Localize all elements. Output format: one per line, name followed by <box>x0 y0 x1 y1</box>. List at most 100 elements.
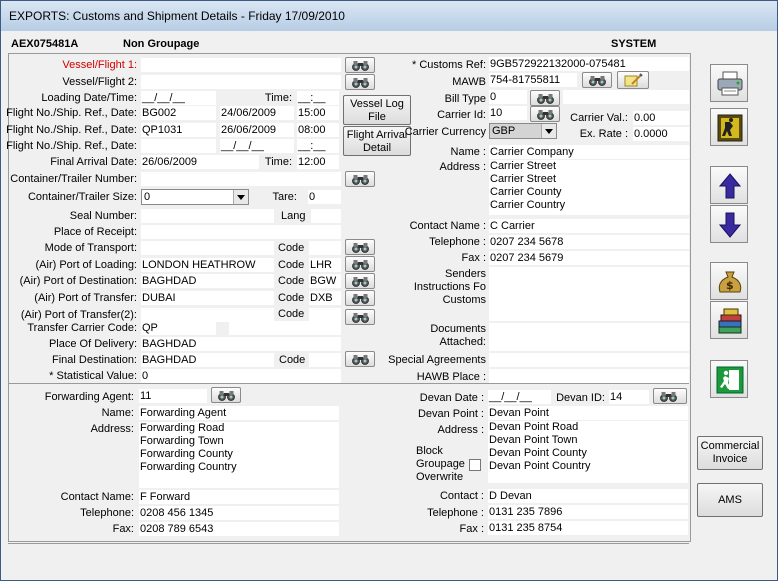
special-agreements-field[interactable] <box>489 353 689 367</box>
container-number-field[interactable] <box>141 172 341 186</box>
final-destination-field[interactable]: BAGHDAD <box>141 353 274 367</box>
bill-type-field[interactable]: 0 <box>489 90 527 104</box>
documents-button[interactable] <box>710 301 748 339</box>
documents-attached-field[interactable] <box>489 323 689 351</box>
transport-lookup-button[interactable] <box>345 239 375 255</box>
port-of-loading-field[interactable]: LONDON HEATHROW <box>141 258 274 272</box>
devan-address-field[interactable]: Devan Point Road Devan Point Town Devan … <box>488 421 688 483</box>
mawb-edit-button[interactable] <box>617 71 649 89</box>
seal-number-field[interactable] <box>141 209 274 223</box>
forwarding-contact-field[interactable]: F Forward <box>139 490 339 504</box>
devan-point-field[interactable]: Devan Point <box>488 406 688 420</box>
flight1-date-field[interactable]: 24/06/2009 <box>220 106 294 120</box>
ex-rate-field[interactable]: 0.0000 <box>633 127 689 141</box>
charges-button[interactable]: $ <box>710 262 748 300</box>
vessel1-lookup-button[interactable] <box>345 57 375 73</box>
devan-lookup-button[interactable] <box>653 388 687 404</box>
commercial-invoice-button[interactable]: Commercial Invoice <box>697 436 763 470</box>
forwarding-name-field[interactable]: Forwarding Agent <box>139 406 339 420</box>
customs-ref-field[interactable]: 9GB572922132000-075481 <box>489 57 689 71</box>
forwarding-agent-field[interactable]: 11 <box>139 389 207 403</box>
place-of-delivery-field[interactable]: BAGHDAD <box>141 337 341 351</box>
forwarding-agent-lookup-button[interactable] <box>211 387 241 403</box>
final-arrival-time-field[interactable]: 12:00 <box>297 155 339 169</box>
carrier-val-field[interactable]: 0.00 <box>633 111 689 125</box>
bill-type-description-field[interactable] <box>563 90 689 104</box>
chevron-down-icon[interactable] <box>541 124 556 138</box>
carrier-telephone-field[interactable]: 0207 234 5678 <box>489 235 689 249</box>
forwarding-agent-label: Forwarding Agent: <box>44 391 134 403</box>
mode-of-transport-field[interactable] <box>141 241 274 255</box>
loading-time-field[interactable]: __:__ <box>297 91 339 105</box>
lang-field[interactable] <box>311 209 341 223</box>
vessel2-lookup-button[interactable] <box>345 74 375 90</box>
flight2-time-field[interactable]: 08:00 <box>297 123 339 137</box>
bill-type-label: Bill Type <box>444 93 486 105</box>
forwarding-fax-field[interactable]: 0208 789 6543 <box>139 522 339 536</box>
pol-lookup-button[interactable] <box>345 256 375 272</box>
mawb-lookup-button[interactable] <box>582 72 612 88</box>
container-size-select[interactable]: 0 <box>141 189 249 205</box>
vessel-log-file-button[interactable]: Vessel Log File <box>343 95 411 125</box>
pot-code-field[interactable]: DXB <box>309 291 341 305</box>
place-of-receipt-field[interactable] <box>141 225 341 239</box>
final-arrival-date-field[interactable]: 26/06/2009 <box>141 155 259 169</box>
flight1-time-field[interactable]: 15:00 <box>297 106 339 120</box>
close-form-button[interactable] <box>710 360 748 398</box>
forwarding-address-field[interactable]: Forwarding Road Forwarding Town Forwardi… <box>139 422 339 488</box>
flight3-number-field[interactable] <box>141 139 216 153</box>
statistical-value-field[interactable]: 0 <box>141 369 341 383</box>
port-of-transfer2-field[interactable] <box>141 308 274 322</box>
bill-type-lookup-button[interactable] <box>530 90 560 106</box>
pod-lookup-button[interactable] <box>345 273 375 289</box>
carrier-lookup-button[interactable] <box>530 106 560 122</box>
move-up-button[interactable] <box>710 166 748 204</box>
carrier-id-field[interactable]: 10 <box>489 106 527 120</box>
main-window: EXPORTS: Customs and Shipment Details - … <box>0 0 778 581</box>
port-of-transfer-field[interactable]: DUBAI <box>141 291 274 305</box>
pod-code-field[interactable]: BGW <box>309 274 341 288</box>
devan-id-field[interactable]: 14 <box>609 390 649 404</box>
pot2-lookup-button[interactable] <box>345 309 375 325</box>
container-lookup-button[interactable] <box>345 171 375 187</box>
devan-date-field[interactable]: __/__/__ <box>488 390 551 404</box>
vessel2-field[interactable] <box>141 75 341 89</box>
devan-fax-field[interactable]: 0131 235 8754 <box>488 521 688 535</box>
hawb-place-field[interactable] <box>489 369 689 383</box>
carrier-currency-select[interactable]: GBP <box>489 123 557 139</box>
exit-button[interactable] <box>710 108 748 146</box>
transfer-carrier-name-field[interactable] <box>229 321 341 335</box>
forwarding-telephone-field[interactable]: 0208 456 1345 <box>139 506 339 520</box>
carrier-contact-field[interactable]: C Carrier <box>489 219 689 233</box>
flight2-date-field[interactable]: 26/06/2009 <box>220 123 294 137</box>
flight3-date-field[interactable]: __/__/__ <box>220 139 294 153</box>
vessel1-field[interactable] <box>141 58 341 72</box>
print-button[interactable] <box>710 64 748 102</box>
final-dest-code-field[interactable] <box>309 353 341 367</box>
move-down-button[interactable] <box>710 205 748 243</box>
chevron-down-icon[interactable] <box>233 190 248 204</box>
carrier-fax-field[interactable]: 0207 234 5679 <box>489 251 689 265</box>
tare-field[interactable]: 0 <box>308 190 341 204</box>
flight3-time-field[interactable]: __:__ <box>297 139 339 153</box>
flight2-number-field[interactable]: QP1031 <box>141 123 216 137</box>
flight-arrival-detail-button[interactable]: Flight Arrival Detail <box>343 126 411 156</box>
pot2-code-field[interactable] <box>309 308 341 322</box>
mawb-field[interactable]: 754-81755811 <box>489 73 577 87</box>
carrier-name-field[interactable]: Carrier Company <box>489 145 689 159</box>
devan-contact-field[interactable]: D Devan <box>488 489 688 503</box>
final-dest-lookup-button[interactable] <box>345 351 375 367</box>
loading-date-field[interactable]: __/__/__ <box>141 91 216 105</box>
devan-telephone-field[interactable]: 0131 235 7896 <box>488 505 688 519</box>
carrier-address-field[interactable]: Carrier Street Carrier Street Carrier Co… <box>489 160 689 215</box>
port-of-destination-field[interactable]: BAGHDAD <box>141 274 274 288</box>
transport-code-field[interactable] <box>309 241 341 255</box>
pol-code-field[interactable]: LHR <box>309 258 341 272</box>
ams-button[interactable]: AMS <box>697 483 763 517</box>
pot-lookup-button[interactable] <box>345 290 375 306</box>
transfer-carrier-code-field[interactable]: QP <box>141 321 216 335</box>
block-groupage-checkbox[interactable] <box>469 459 481 471</box>
senders-instructions-field[interactable] <box>489 267 689 321</box>
flight1-number-field[interactable]: BG002 <box>141 106 216 120</box>
forwarding-contact-label: Contact Name: <box>60 491 134 503</box>
